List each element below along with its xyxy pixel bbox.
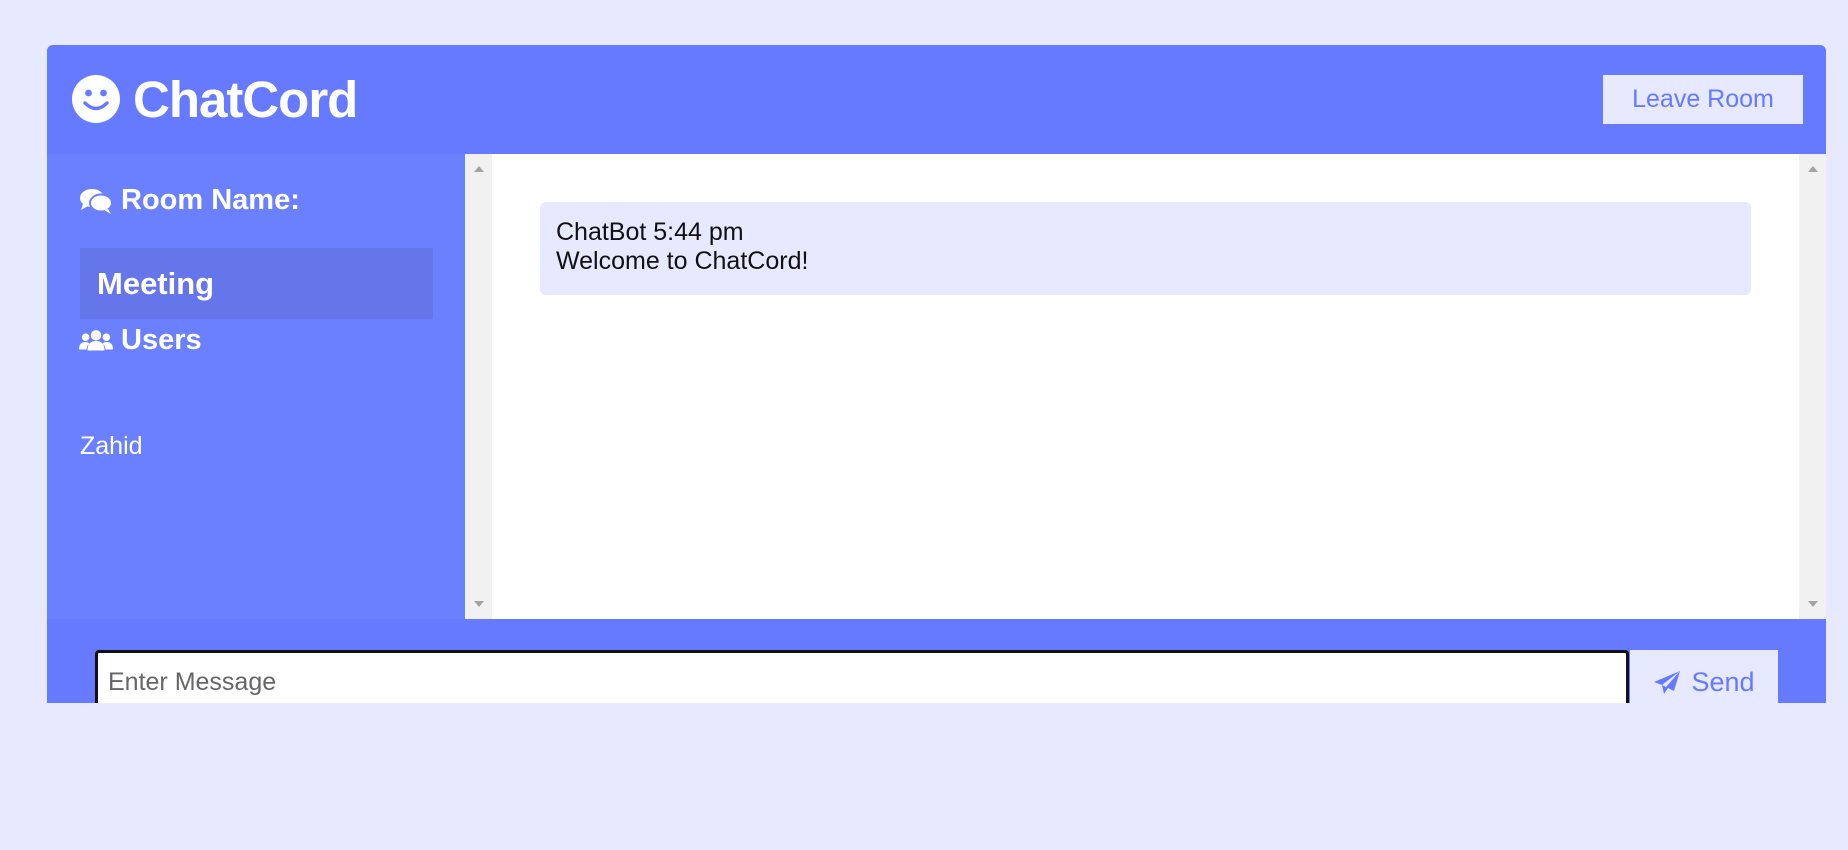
room-name: Meeting <box>80 248 433 319</box>
message-meta: ChatBot 5:44 pm <box>556 218 744 246</box>
message-input[interactable] <box>95 650 1629 703</box>
scroll-down-arrow[interactable] <box>1808 601 1818 607</box>
chat-form-container: Send <box>47 619 1826 703</box>
messages-scrollbar[interactable] <box>1799 154 1826 619</box>
scroll-up-arrow[interactable] <box>1808 166 1818 172</box>
chat-main: Room Name: Meeting Users Zahid ChatBot 5… <box>47 154 1826 619</box>
app-title: ChatCord <box>133 70 358 128</box>
comments-icon <box>80 188 113 214</box>
smile-icon <box>72 75 120 123</box>
chat-messages[interactable]: ChatBot 5:44 pm Welcome to ChatCord! <box>492 154 1799 619</box>
user-item: Zahid <box>80 432 143 460</box>
message: ChatBot 5:44 pm Welcome to ChatCord! <box>540 202 1751 295</box>
scroll-up-arrow[interactable] <box>474 166 484 172</box>
send-button[interactable]: Send <box>1630 650 1778 703</box>
room-heading-label: Room Name: <box>121 184 300 216</box>
send-label: Send <box>1691 667 1755 697</box>
chat-container: ChatCord Leave Room Room Name: Meeting U… <box>47 45 1826 703</box>
message-text: Welcome to ChatCord! <box>556 247 809 275</box>
leave-room-button[interactable]: Leave Room <box>1603 75 1803 124</box>
paper-plane-icon <box>1654 670 1681 694</box>
scroll-down-arrow[interactable] <box>474 601 484 607</box>
sidebar[interactable]: Room Name: Meeting Users Zahid <box>47 154 465 619</box>
users-icon <box>79 329 113 350</box>
sidebar-scrollbar[interactable] <box>465 154 492 619</box>
logo: ChatCord <box>71 71 358 128</box>
users-heading-label: Users <box>121 324 202 356</box>
users-heading: Users <box>79 324 202 357</box>
room-heading: Room Name: <box>79 184 300 217</box>
chat-header: ChatCord Leave Room <box>47 45 1826 154</box>
